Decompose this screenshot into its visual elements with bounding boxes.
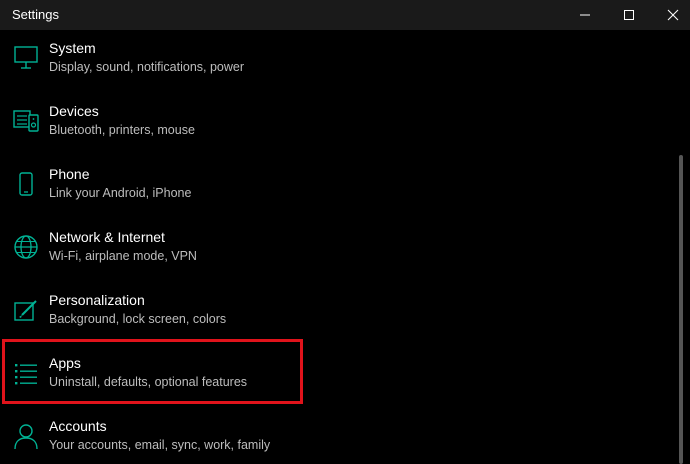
- person-icon: [12, 422, 40, 450]
- settings-item-label: Accounts: [49, 418, 107, 434]
- settings-item-description: Background, lock screen, colors: [49, 312, 227, 326]
- settings-item-phone[interactable]: Phone Link your Android, iPhone: [0, 158, 676, 221]
- devices-icon: [12, 107, 40, 135]
- settings-item-label: System: [49, 40, 96, 56]
- settings-item-description: Uninstall, defaults, optional features: [49, 375, 248, 389]
- settings-item-apps[interactable]: Apps Uninstall, defaults, optional featu…: [0, 347, 676, 410]
- settings-item-description: Display, sound, notifications, power: [49, 60, 245, 74]
- maximize-button[interactable]: [606, 0, 652, 30]
- settings-item-label: Apps: [49, 355, 81, 371]
- settings-item-devices[interactable]: Devices Bluetooth, printers, mouse: [0, 95, 676, 158]
- settings-item-label: Personalization: [49, 292, 145, 308]
- settings-item-label: Network & Internet: [49, 229, 165, 245]
- maximize-icon: [624, 10, 634, 20]
- paintbrush-icon: [12, 296, 40, 324]
- close-button[interactable]: [650, 0, 690, 30]
- scrollbar-thumb[interactable]: [679, 155, 683, 464]
- settings-item-personalization[interactable]: Personalization Background, lock screen,…: [0, 284, 676, 347]
- settings-item-label: Phone: [49, 166, 90, 182]
- settings-item-description: Wi-Fi, airplane mode, VPN: [49, 249, 197, 263]
- settings-item-description: Your accounts, email, sync, work, family: [49, 438, 271, 452]
- settings-item-system[interactable]: System Display, sound, notifications, po…: [0, 32, 676, 95]
- close-icon: [667, 9, 679, 21]
- settings-item-description: Link your Android, iPhone: [49, 186, 192, 200]
- title-bar: Settings: [0, 0, 690, 30]
- monitor-icon: [12, 44, 40, 72]
- apps-list-icon: [12, 359, 40, 387]
- window-title: Settings: [12, 7, 59, 22]
- minimize-button[interactable]: [562, 0, 608, 30]
- phone-icon: [12, 170, 40, 198]
- globe-icon: [12, 233, 40, 261]
- settings-window: Settings System Display, sound, notifica…: [0, 0, 690, 464]
- settings-item-accounts[interactable]: Accounts Your accounts, email, sync, wor…: [0, 410, 676, 464]
- settings-item-network-internet[interactable]: Network & Internet Wi-Fi, airplane mode,…: [0, 221, 676, 284]
- settings-list: System Display, sound, notifications, po…: [0, 30, 690, 464]
- minimize-icon: [580, 14, 590, 16]
- settings-item-label: Devices: [49, 103, 99, 119]
- settings-item-description: Bluetooth, printers, mouse: [49, 123, 195, 137]
